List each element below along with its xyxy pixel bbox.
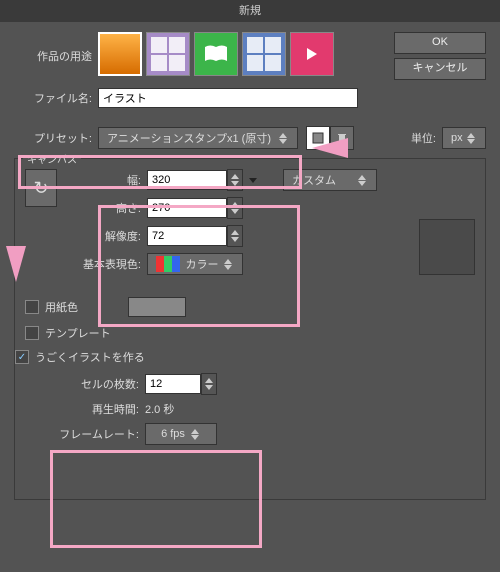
canvas-legend: キャンバス — [23, 151, 81, 166]
purpose-book-tile[interactable] — [194, 32, 238, 76]
purpose-label: 作品の用途 — [14, 32, 98, 64]
resolution-label: 解像度: — [67, 228, 147, 244]
animate-checkbox[interactable]: ✓ — [15, 350, 29, 364]
purpose-illust-tile[interactable] — [98, 32, 142, 76]
height-label: 高さ: — [67, 200, 147, 216]
framerate-label: フレームレート: — [55, 426, 145, 442]
cancel-button[interactable]: キャンセル — [394, 58, 486, 80]
height-spinner[interactable] — [227, 197, 243, 219]
colormode-value: カラー — [186, 256, 219, 272]
colormode-label: 基本表現色: — [67, 256, 147, 272]
preset-label: プリセット: — [14, 130, 98, 146]
papercolor-checkbox[interactable] — [25, 300, 39, 314]
annotation-arrow-preset — [312, 138, 348, 158]
template-checkbox[interactable] — [25, 326, 39, 340]
cells-label: セルの枚数: — [55, 376, 145, 392]
cells-spinner[interactable] — [201, 373, 217, 395]
size-preset-dropdown[interactable]: カスタム — [283, 169, 377, 191]
papercolor-swatch[interactable] — [128, 297, 186, 317]
framerate-value: 6 fps — [161, 428, 185, 440]
playtime-value: 2.0 秒 — [145, 401, 174, 417]
purpose-anim-tile[interactable] — [290, 32, 334, 76]
width-spinner[interactable] — [227, 169, 243, 191]
canvas-preview — [419, 219, 475, 275]
rotate-button[interactable]: ↻ — [25, 169, 57, 207]
resolution-spinner[interactable] — [227, 225, 243, 247]
colormode-dropdown[interactable]: カラー — [147, 253, 243, 275]
width-label: 幅: — [67, 172, 147, 188]
unit-label: 単位: — [411, 130, 442, 146]
width-input[interactable] — [147, 170, 227, 190]
ok-button[interactable]: OK — [394, 32, 486, 54]
height-input[interactable] — [147, 198, 227, 218]
unit-value: px — [451, 132, 463, 144]
preset-value: アニメーションスタンプx1 (原寸) — [107, 130, 271, 146]
annotation-arrow-canvas — [6, 246, 26, 282]
cells-input[interactable] — [145, 374, 201, 394]
papercolor-label: 用紙色 — [45, 299, 78, 315]
animate-label: うごくイラストを作る — [35, 349, 145, 365]
template-label: テンプレート — [45, 325, 111, 341]
unit-dropdown[interactable]: px — [442, 127, 486, 149]
filename-input[interactable] — [98, 88, 358, 108]
size-preset-value: カスタム — [292, 172, 336, 188]
purpose-comic-tile[interactable] — [146, 32, 190, 76]
filename-label: ファイル名: — [14, 90, 98, 106]
playtime-label: 再生時間: — [55, 401, 145, 417]
resolution-input[interactable] — [147, 226, 227, 246]
width-menu-icon[interactable] — [249, 178, 257, 183]
dialog-title: 新規 — [0, 0, 500, 22]
purpose-layout-tile[interactable] — [242, 32, 286, 76]
preset-dropdown[interactable]: アニメーションスタンプx1 (原寸) — [98, 127, 298, 149]
framerate-dropdown[interactable]: 6 fps — [145, 423, 217, 445]
